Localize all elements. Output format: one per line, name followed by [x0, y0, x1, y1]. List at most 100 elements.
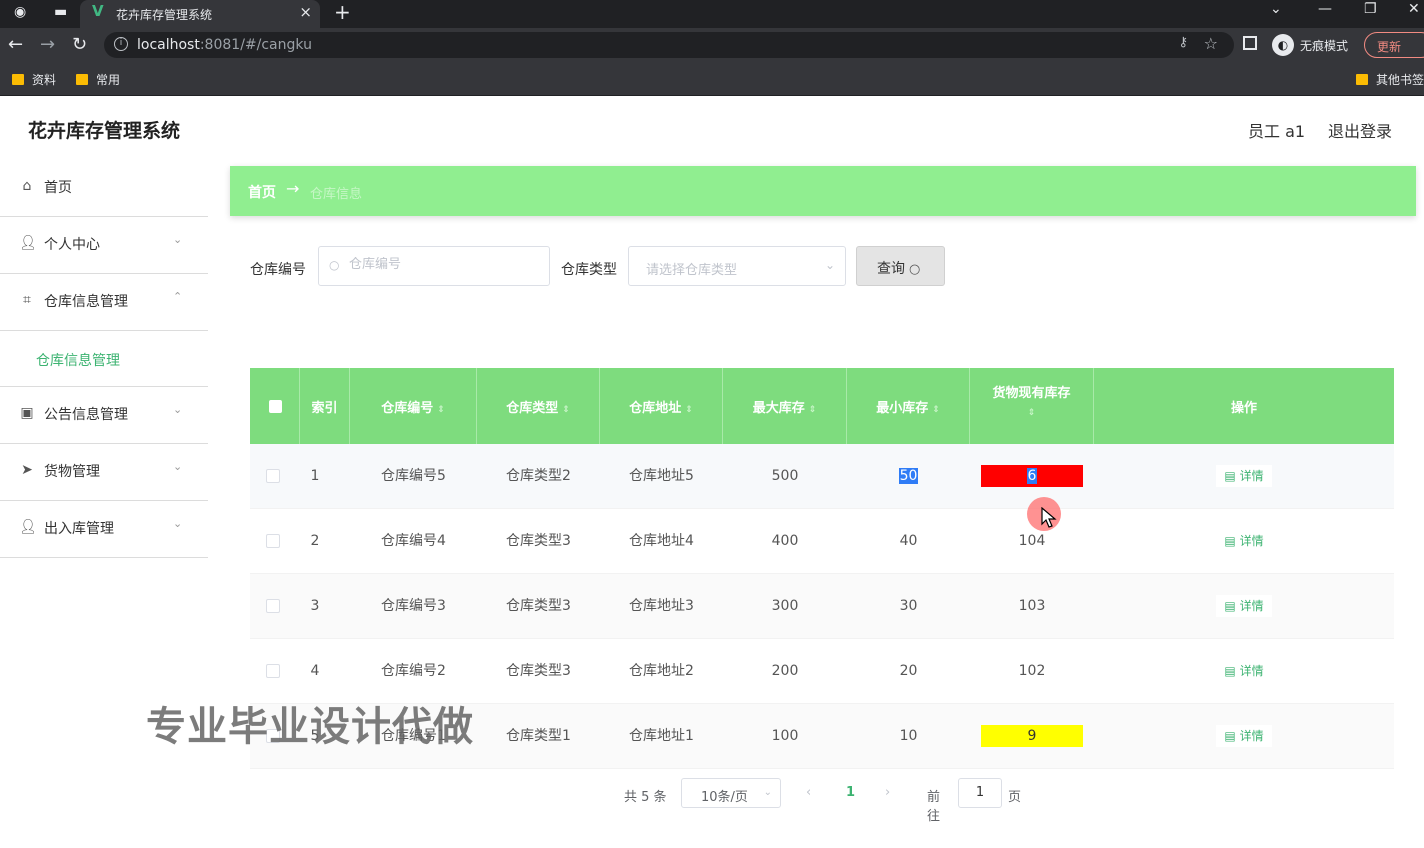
send-icon: ➤: [21, 462, 33, 478]
cell-type: 仓库类型3: [506, 663, 571, 679]
prev-page-icon[interactable]: ‹: [806, 785, 811, 800]
close-tab-icon[interactable]: ×: [299, 3, 312, 21]
detail-button[interactable]: ▤ 详情: [1216, 530, 1272, 552]
page-size-value: 10条/页: [701, 790, 748, 805]
cell-min: 30: [899, 598, 918, 614]
header-min[interactable]: 最小库存 ⇕: [847, 368, 970, 444]
folder-icon: [76, 74, 88, 85]
new-tab-icon[interactable]: +: [334, 0, 351, 24]
arrow-right-icon: →: [286, 179, 300, 198]
next-page-icon[interactable]: ›: [885, 785, 890, 800]
cell-max: 500: [771, 468, 799, 484]
url-host: localhost: [137, 37, 200, 53]
cell-action: ▤ 详情: [1094, 444, 1394, 509]
breadcrumb: 首页 → 仓库信息: [230, 166, 1416, 216]
sidebar-item-goods[interactable]: ➤ 货物管理 ⌄: [0, 444, 208, 501]
mouse-cursor-icon: [1041, 507, 1057, 528]
update-button[interactable]: 更新: [1364, 32, 1424, 58]
sidebar-item-warehouse[interactable]: ⌗ 仓库信息管理 ⌃: [0, 274, 208, 331]
row-checkbox[interactable]: [266, 664, 280, 678]
sidebar-item-label: 货物管理: [44, 464, 100, 480]
minimize-icon[interactable]: —: [1318, 1, 1332, 17]
folder-icon: [1356, 74, 1368, 85]
sidebar-item-label: 个人中心: [44, 237, 100, 253]
cell-address: 仓库地址2: [629, 663, 694, 679]
sort-icon: ⇕: [562, 405, 570, 415]
header-code[interactable]: 仓库编号 ⇕: [350, 368, 477, 444]
detail-button[interactable]: ▤ 详情: [1216, 465, 1272, 487]
detail-button[interactable]: ▤ 详情: [1216, 725, 1272, 747]
stock-low-badge: 6: [981, 465, 1083, 487]
forward-icon[interactable]: →: [40, 34, 55, 55]
logout-link[interactable]: 退出登录: [1328, 118, 1392, 142]
url-field[interactable]: i localhost:8081/#/cangku ⚷ ☆: [104, 32, 1234, 58]
type-select[interactable]: 请选择仓库类型 ⌄: [628, 246, 846, 286]
header-max[interactable]: 最大库存 ⇕: [723, 368, 847, 444]
query-button[interactable]: 查询 ○: [856, 246, 945, 286]
key-icon[interactable]: ⚷: [1178, 35, 1188, 50]
sidebar-item-home[interactable]: ⌂ 首页: [0, 160, 208, 217]
crop-icon: ⌗: [23, 292, 31, 308]
header-stock[interactable]: 货物现有库存 ⇕: [970, 368, 1094, 444]
cell-code: 仓库编号5: [381, 468, 446, 484]
sidebar-item-notice[interactable]: ▣ 公告信息管理 ⌄: [0, 387, 208, 444]
chevron-down-icon: ⌄: [173, 517, 183, 530]
cell-action: ▤ 详情: [1094, 574, 1394, 639]
cell-type: 仓库类型3: [506, 533, 571, 549]
detail-button[interactable]: ▤ 详情: [1216, 595, 1272, 617]
goto-page-input[interactable]: 1: [958, 778, 1002, 808]
page-number[interactable]: 1: [846, 785, 855, 800]
user-icon: 👤︎: [19, 235, 37, 251]
row-checkbox[interactable]: [266, 599, 280, 613]
reload-icon[interactable]: ↻: [72, 34, 87, 55]
other-bookmarks[interactable]: 其他书签: [1356, 71, 1424, 88]
bookmark-folder-1[interactable]: 资料: [12, 71, 56, 88]
sidebar-item-label: 出入库管理: [44, 521, 114, 537]
detail-button[interactable]: ▤ 详情: [1216, 660, 1272, 682]
info-icon[interactable]: i: [114, 37, 128, 51]
incognito-icon[interactable]: ◐: [1272, 34, 1294, 56]
code-label: 仓库编号: [250, 262, 306, 278]
side-panel-icon[interactable]: [1243, 36, 1257, 50]
code-search-input[interactable]: [349, 257, 539, 272]
page-size-select[interactable]: 10条/页 ⌄: [681, 778, 781, 808]
sidebar-item-profile[interactable]: 👤︎ 个人中心 ⌄: [0, 217, 208, 274]
restore-icon[interactable]: ❐: [1364, 1, 1377, 17]
table-row[interactable]: 3 仓库编号3 仓库类型3 仓库地址3 300 30 103 ▤ 详情: [250, 574, 1394, 639]
window-icon[interactable]: ▬: [54, 4, 67, 20]
sidebar: ⌂ 首页 👤︎ 个人中心 ⌄ ⌗ 仓库信息管理 ⌃ 仓库信息管理 ▣ 公告信息管…: [0, 160, 208, 558]
browser-tab[interactable]: V 花卉库存管理系统 ×: [80, 0, 320, 28]
code-search-field[interactable]: ○: [318, 246, 550, 286]
chevron-down-icon[interactable]: ⌄: [1270, 1, 1282, 17]
browser-tab-bar: ◉ ▬ V 花卉库存管理系统 × + ⌄ — ❐ ✕: [0, 0, 1424, 28]
cell-stock: 9: [970, 704, 1094, 769]
table-header: 索引 仓库编号 ⇕ 仓库类型 ⇕ 仓库地址 ⇕ 最大库存 ⇕ 最小库存 ⇕ 货物现有库存 ⇕…: [250, 368, 1394, 444]
header-type[interactable]: 仓库类型 ⇕: [477, 368, 600, 444]
header-address[interactable]: 仓库地址 ⇕: [600, 368, 723, 444]
bookmark-folder-2[interactable]: 常用: [76, 71, 120, 88]
document-icon: ▤: [1224, 599, 1240, 613]
goto-label: 前往: [927, 790, 941, 824]
table-row[interactable]: 1 仓库编号5 仓库类型2 仓库地址5 500 50 6 ▤ 详情: [250, 444, 1394, 509]
briefcase-icon: ▣: [20, 405, 34, 421]
table-row[interactable]: 2 仓库编号4 仓库类型3 仓库地址4 400 40 104 ▤ 详情: [250, 509, 1394, 574]
breadcrumb-home[interactable]: 首页: [248, 182, 276, 202]
cell-max: 100: [771, 728, 799, 744]
select-all-checkbox[interactable]: [269, 400, 282, 413]
folder-icon: [12, 74, 24, 85]
cell-address: 仓库地址1: [629, 728, 694, 744]
globe-icon[interactable]: ◉: [14, 4, 26, 20]
cell-min: 10: [899, 728, 918, 744]
type-label: 仓库类型: [561, 262, 617, 278]
back-icon[interactable]: ←: [8, 34, 23, 55]
sidebar-subitem-warehouse[interactable]: 仓库信息管理: [0, 331, 208, 387]
sidebar-item-inout[interactable]: 👤︎ 出入库管理 ⌄: [0, 501, 208, 558]
close-window-icon[interactable]: ✕: [1408, 1, 1420, 17]
cell-action: ▤ 详情: [1094, 639, 1394, 704]
cell-min: 40: [899, 533, 918, 549]
row-checkbox[interactable]: [266, 469, 280, 483]
document-icon: ▤: [1224, 664, 1240, 678]
star-icon[interactable]: ☆: [1204, 34, 1218, 53]
cell-min: 20: [899, 663, 918, 679]
row-checkbox[interactable]: [266, 534, 280, 548]
